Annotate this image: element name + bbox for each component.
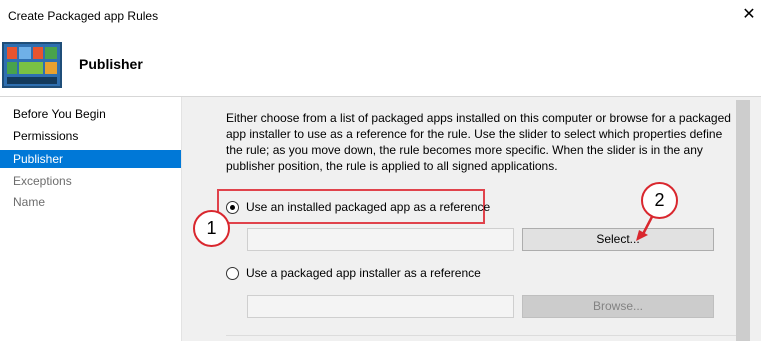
sidebar-item-exceptions: Exceptions (13, 174, 72, 188)
select-button[interactable]: Select... (522, 228, 714, 251)
app-tiles-icon (2, 42, 62, 88)
installed-app-field (247, 228, 514, 251)
radio-installer[interactable] (226, 266, 239, 280)
wizard-header: Publisher (0, 32, 761, 96)
radio-installed-app-row[interactable]: Use an installed packaged app as a refer… (226, 198, 490, 216)
instructions-text: Either choose from a list of packaged ap… (226, 111, 731, 173)
callout-badge-1: 1 (193, 210, 230, 247)
sidebar-item-permissions[interactable]: Permissions (0, 127, 181, 145)
callout-badge-2: 2 (641, 182, 678, 219)
section-divider (226, 335, 736, 336)
window-title: Create Packaged app Rules (8, 9, 159, 23)
close-icon[interactable]: ✕ (738, 4, 760, 26)
radio-installer-row[interactable]: Use a packaged app installer as a refere… (226, 264, 481, 282)
sidebar-item-publisher[interactable]: Publisher (0, 150, 181, 168)
scrollbar-thumb[interactable] (736, 100, 750, 341)
title-bar: Create Packaged app Rules ✕ (0, 0, 761, 32)
browse-button: Browse... (522, 295, 714, 318)
sidebar-item-name: Name (13, 195, 46, 209)
sidebar-item-before-you-begin[interactable]: Before You Begin (0, 105, 181, 123)
radio-installer-label[interactable]: Use a packaged app installer as a refere… (246, 266, 481, 280)
installer-path-field (247, 295, 514, 318)
wizard-steps-sidebar: Before You Begin Permissions Publisher E… (0, 97, 182, 341)
radio-installed-app-label[interactable]: Use an installed packaged app as a refer… (246, 200, 490, 214)
radio-installed-app[interactable] (226, 200, 239, 214)
page-title: Publisher (79, 56, 143, 72)
